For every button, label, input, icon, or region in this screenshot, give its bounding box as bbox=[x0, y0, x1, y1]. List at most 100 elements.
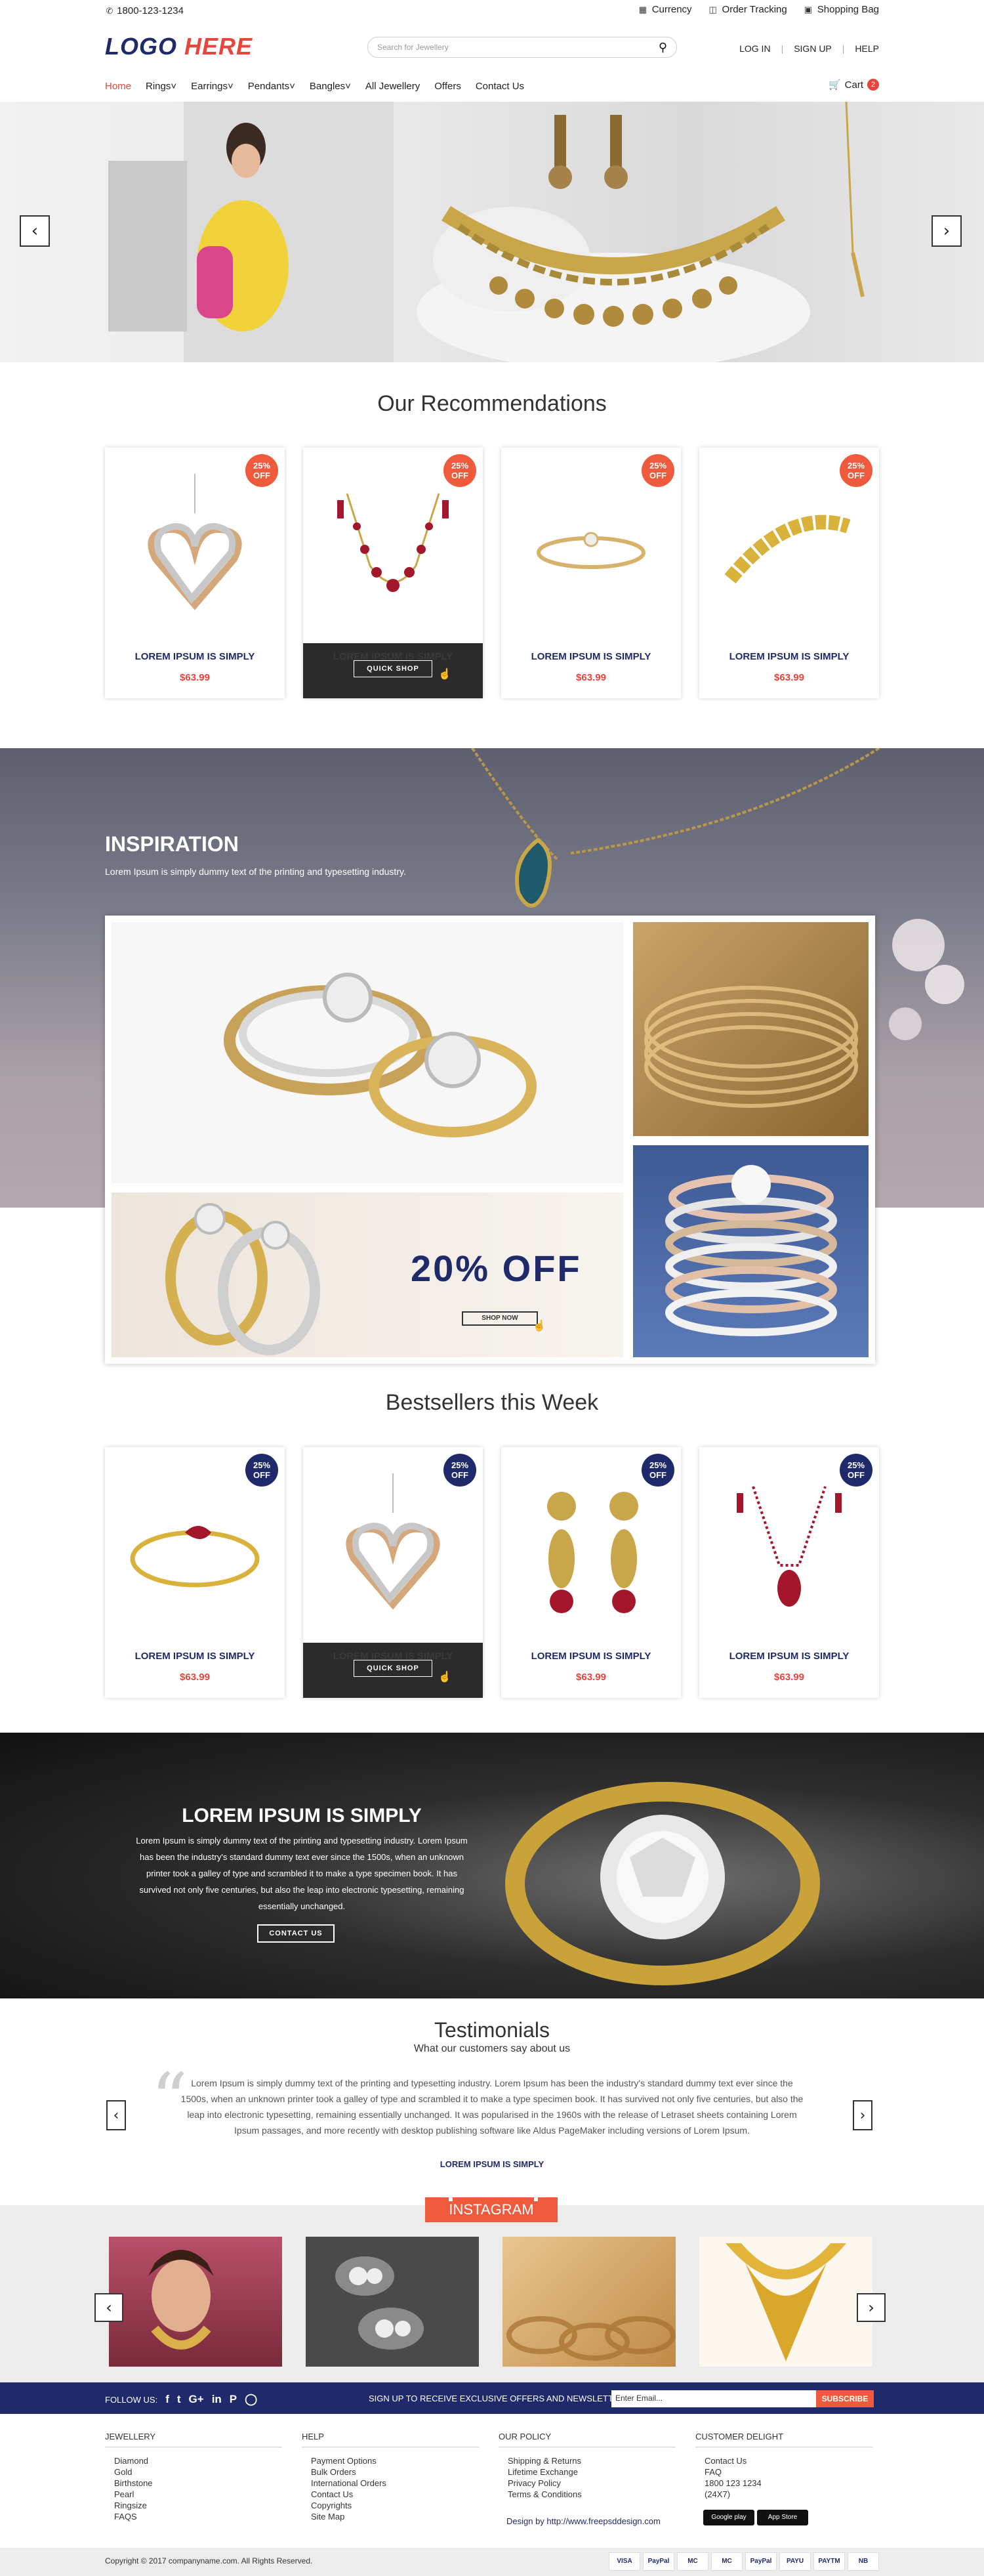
chevron-down-icon: ˅ bbox=[345, 80, 351, 92]
product-card[interactable]: 25% OFF LOREM IPSUM IS SIMPLY $63.99 bbox=[105, 448, 285, 698]
nav-pendants[interactable]: Pendants˅ bbox=[248, 81, 295, 92]
footer-link[interactable]: Lifetime Exchange bbox=[499, 2466, 676, 2478]
hero-next-arrow[interactable]: › bbox=[932, 215, 962, 247]
footer-link[interactable]: FAQS bbox=[105, 2511, 282, 2522]
chevron-left-icon: ‹ bbox=[113, 2107, 119, 2124]
product-name[interactable]: LOREM IPSUM IS SIMPLY bbox=[501, 1651, 681, 1662]
nav-rings-label: Rings bbox=[146, 80, 171, 92]
product-card[interactable]: 25% OFF LOREM IPSUM IS SIMPLY QUICK SHOP bbox=[303, 1447, 483, 1698]
section-title-bestsellers: Bestsellers this Week bbox=[385, 1390, 599, 1415]
instagram-image-2[interactable] bbox=[306, 2237, 479, 2367]
newsletter-text: SIGN UP TO RECEIVE EXCLUSIVE OFFERS AND … bbox=[369, 2394, 631, 2403]
footer-link[interactable]: Site Map bbox=[302, 2511, 479, 2522]
payu-icon: PAYU bbox=[779, 2552, 811, 2571]
hero-prev-arrow[interactable]: ‹ bbox=[20, 215, 50, 247]
email-input[interactable]: Enter Email... bbox=[611, 2390, 816, 2407]
product-card[interactable]: 25% OFF LOREM IPSUM IS SIMPLY $63.99 bbox=[501, 1447, 681, 1698]
nav-contact-us[interactable]: Contact Us bbox=[476, 81, 524, 92]
quick-shop-overlay: LOREM IPSUM IS SIMPLY QUICK SHOP bbox=[303, 643, 483, 698]
search-icon[interactable]: ⚲ bbox=[659, 41, 667, 54]
order-tracking-link[interactable]: ◫ Order Tracking bbox=[709, 4, 787, 15]
quick-shop-button[interactable]: QUICK SHOP bbox=[354, 660, 432, 677]
footer-phone: 1800 123 1234 bbox=[705, 2478, 762, 2488]
instagram-icon[interactable]: ◯ bbox=[245, 2393, 257, 2406]
product-name[interactable]: LOREM IPSUM IS SIMPLY bbox=[501, 651, 681, 662]
top-links: ▦ Currency ◫ Order Tracking ▣ Shopping Bag bbox=[639, 4, 879, 15]
phone-number[interactable]: ✆ 1800-123-1234 bbox=[105, 5, 184, 16]
chevron-right-icon: › bbox=[943, 221, 951, 241]
footer-link[interactable]: Contact Us bbox=[695, 2455, 872, 2466]
rings-image[interactable] bbox=[112, 922, 623, 1183]
section-title-recommendations: Our Recommendations bbox=[377, 391, 607, 416]
footer-link[interactable]: Bulk Orders bbox=[302, 2466, 479, 2478]
product-price: $63.99 bbox=[180, 672, 210, 683]
product-name[interactable]: LOREM IPSUM IS SIMPLY bbox=[699, 651, 879, 662]
product-card[interactable]: 25% OFF LOREM IPSUM IS SIMPLY $63.99 bbox=[699, 1447, 879, 1698]
discount-badge: 25% OFF bbox=[840, 1454, 872, 1487]
facebook-icon[interactable]: f bbox=[165, 2393, 169, 2406]
footer-link[interactable]: Ringsize bbox=[105, 2500, 282, 2511]
quick-shop-button[interactable]: QUICK SHOP bbox=[354, 1660, 432, 1677]
shopping-bag-link[interactable]: ▣ Shopping Bag bbox=[804, 4, 879, 15]
footer-link[interactable]: Pearl bbox=[105, 2489, 282, 2500]
subscribe-button[interactable]: SUBSCRIBE bbox=[816, 2390, 874, 2407]
footer-link[interactable]: Copyrights bbox=[302, 2500, 479, 2511]
instagram-next-arrow[interactable]: › bbox=[857, 2293, 886, 2322]
stacked-rings-image[interactable] bbox=[633, 1145, 869, 1357]
nav-rings[interactable]: Rings˅ bbox=[146, 81, 176, 92]
main-nav: Home Rings˅ Earrings˅ Pendants˅ Bangles˅… bbox=[105, 74, 879, 98]
footer-heading: HELP bbox=[302, 2432, 479, 2447]
footer-link[interactable]: Privacy Policy bbox=[499, 2478, 676, 2489]
footer-link[interactable]: FAQ bbox=[695, 2466, 872, 2478]
footer-link[interactable]: Terms & Conditions bbox=[499, 2489, 676, 2500]
shopping-bag-label: Shopping Bag bbox=[817, 4, 879, 15]
bangles-image[interactable] bbox=[633, 922, 869, 1136]
nav-bangles[interactable]: Bangles˅ bbox=[310, 81, 351, 92]
paypal-icon: PayPal bbox=[643, 2552, 674, 2571]
footer-link[interactable]: Payment Options bbox=[302, 2455, 479, 2466]
footer-link[interactable]: Contact Us bbox=[302, 2489, 479, 2500]
nav-earrings[interactable]: Earrings˅ bbox=[191, 81, 234, 92]
pinterest-icon[interactable]: P bbox=[230, 2393, 237, 2406]
contact-us-button[interactable]: CONTACT US bbox=[257, 1924, 335, 1943]
product-card[interactable]: 25% OFF LOREM IPSUM IS SIMPLY QUICK SHOP bbox=[303, 448, 483, 698]
google-plus-icon[interactable]: G+ bbox=[189, 2393, 204, 2406]
google-play-badge[interactable]: Google play bbox=[703, 2510, 754, 2525]
footer-link[interactable]: Shipping & Returns bbox=[499, 2455, 676, 2466]
instagram-image-3[interactable] bbox=[502, 2237, 676, 2367]
instagram-image-4[interactable] bbox=[699, 2237, 872, 2367]
cursor-icon: ☝ bbox=[438, 1672, 451, 1683]
logo[interactable]: LOGO HERE bbox=[105, 33, 253, 60]
footer-link[interactable]: International Orders bbox=[302, 2478, 479, 2489]
login-link[interactable]: LOG IN bbox=[739, 43, 770, 54]
product-name[interactable]: LOREM IPSUM IS SIMPLY bbox=[699, 1651, 879, 1662]
nav-earrings-label: Earrings bbox=[191, 80, 228, 92]
testimonial-next-arrow[interactable]: › bbox=[853, 2100, 872, 2130]
shop-now-button[interactable]: SHOP NOW bbox=[462, 1311, 538, 1326]
currency-link[interactable]: ▦ Currency bbox=[639, 4, 692, 15]
app-store-badge[interactable]: App Store bbox=[757, 2510, 808, 2525]
search-input[interactable]: Search for Jewellery ⚲ bbox=[367, 37, 677, 58]
product-name[interactable]: LOREM IPSUM IS SIMPLY bbox=[105, 651, 285, 662]
product-card[interactable]: 25% OFF LOREM IPSUM IS SIMPLY $63.99 bbox=[699, 448, 879, 698]
instagram-image-1[interactable] bbox=[109, 2237, 282, 2367]
twitter-icon[interactable]: t bbox=[177, 2393, 181, 2406]
product-card[interactable]: 25% OFF LOREM IPSUM IS SIMPLY $63.99 bbox=[501, 448, 681, 698]
design-credit[interactable]: Design by http://www.freepsddesign.com bbox=[506, 2516, 661, 2526]
help-link[interactable]: HELP bbox=[855, 43, 879, 54]
linkedin-icon[interactable]: in bbox=[212, 2393, 222, 2406]
nav-home[interactable]: Home bbox=[105, 81, 131, 92]
signup-link[interactable]: SIGN UP bbox=[794, 43, 832, 54]
footer-link[interactable]: Gold bbox=[105, 2466, 282, 2478]
nav-offers[interactable]: Offers bbox=[434, 81, 461, 92]
footer-link[interactable]: Birthstone bbox=[105, 2478, 282, 2489]
instagram-prev-arrow[interactable]: ‹ bbox=[94, 2293, 123, 2322]
product-name[interactable]: LOREM IPSUM IS SIMPLY bbox=[105, 1651, 285, 1662]
testimonial-prev-arrow[interactable]: ‹ bbox=[106, 2100, 126, 2130]
product-card[interactable]: 25% OFF LOREM IPSUM IS SIMPLY $63.99 bbox=[105, 1447, 285, 1698]
cart-button[interactable]: 🛒 Cart 2 bbox=[829, 79, 879, 91]
footer-link[interactable]: Diamond bbox=[105, 2455, 282, 2466]
testimonial-author: LOREM IPSUM IS SIMPLY bbox=[440, 2159, 544, 2169]
nav-all-jewellery[interactable]: All Jewellery bbox=[365, 81, 420, 92]
bestsellers-cards: 25% OFF LOREM IPSUM IS SIMPLY $63.99 25% O… bbox=[105, 1447, 879, 1698]
